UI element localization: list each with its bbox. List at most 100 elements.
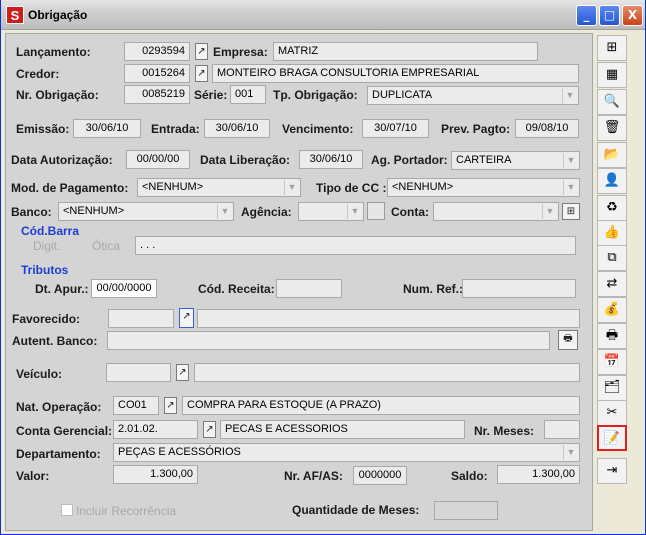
quantidade-meses-field[interactable] [434, 501, 498, 520]
veiculo-name-field[interactable] [194, 363, 580, 382]
minimize-button[interactable]: _ [576, 5, 597, 26]
emissao-field[interactable]: 30/06/10 [73, 119, 141, 138]
thumbs-up-icon[interactable]: 👍 [597, 220, 627, 246]
banco-select[interactable]: <NENHUM> ▼ [58, 202, 234, 221]
tp-obrigacao-label: Tp. Obrigação: [273, 88, 358, 102]
nat-operacao-name-field[interactable]: COMPRA PARA ESTOQUE (A PRAZO) [182, 396, 580, 415]
conta-gerencial-lookup-button[interactable]: ↗ [203, 421, 216, 438]
favorecido-lookup-button[interactable]: ↗ [179, 308, 194, 328]
add-table-icon[interactable]: ▦ [597, 62, 627, 88]
app-logo-icon: S [6, 6, 24, 24]
conta-select[interactable]: ▼ [433, 202, 559, 221]
banco-label: Banco: [11, 205, 52, 219]
veiculo-label: Veículo: [16, 367, 63, 381]
cod-receita-field[interactable] [276, 279, 342, 298]
autent-banco-field[interactable] [107, 331, 550, 350]
grid-settings-icon[interactable]: ⊞ [597, 35, 627, 61]
credor-code-field[interactable]: 0015264 [124, 64, 190, 83]
prev-pagto-field[interactable]: 09/08/10 [515, 119, 579, 138]
user-icon[interactable]: 👤 [597, 168, 627, 194]
calendar-edit-icon[interactable]: 📅 [597, 349, 627, 375]
nr-meses-label: Nr. Meses: [474, 424, 535, 438]
favorecido-name-field[interactable] [197, 309, 580, 328]
nat-operacao-code-field[interactable]: CO01 [113, 396, 159, 415]
transfer-icon[interactable]: ⇄ [597, 271, 627, 297]
favorecido-code-field[interactable] [108, 309, 174, 328]
digit-option[interactable]: Digit. [33, 239, 60, 253]
window-title: Obrigação [28, 8, 88, 22]
preview-icon[interactable]: 🔍 [597, 89, 627, 115]
serie-field[interactable]: 001 [230, 85, 266, 104]
title-bar: S Obrigação _ □ X [1, 0, 645, 30]
cod-barra-field[interactable]: . . . [135, 236, 576, 255]
nr-obrigacao-field[interactable]: 0085219 [124, 85, 190, 104]
veiculo-code-field[interactable] [106, 363, 171, 382]
empresa-label: Empresa: [213, 45, 268, 59]
credor-name-field[interactable]: MONTEIRO BRAGA CONSULTORIA EMPRESARIAL [212, 64, 579, 83]
tp-obrigacao-value: DUPLICATA [372, 89, 433, 101]
tp-obrigacao-select[interactable]: DUPLICATA ▼ [367, 86, 579, 105]
nr-meses-field[interactable] [544, 420, 580, 439]
favorecido-label: Favorecido: [12, 312, 81, 326]
incluir-recorrencia-checkbox[interactable] [61, 504, 73, 516]
conta-gerencial-code-field[interactable]: 2.01.02. [113, 420, 198, 439]
tipo-cc-select[interactable]: <NENHUM> ▼ [387, 178, 580, 197]
mod-pagamento-select[interactable]: <NENHUM> ▼ [137, 178, 301, 197]
conta-gerencial-name-field[interactable]: PECAS E ACESSORIOS [220, 420, 465, 439]
empresa-field[interactable]: MATRIZ [273, 42, 538, 61]
departamento-select[interactable]: PEÇAS E ACESSÓRIOS ▼ [113, 443, 580, 462]
saldo-field[interactable]: 1.300,00 [497, 465, 580, 484]
data-autorizacao-label: Data Autorização: [11, 153, 113, 167]
credor-lookup-button[interactable]: ↗ [195, 65, 208, 82]
valor-field[interactable]: 1.300,00 [113, 465, 198, 484]
chevron-down-icon: ▼ [563, 180, 578, 195]
agencia-extra-box[interactable] [367, 202, 385, 220]
attach-icon[interactable]: ✂ [597, 400, 627, 426]
tributos-label: Tributos [21, 263, 69, 277]
dt-apur-label: Dt. Apur.: [35, 282, 89, 296]
credor-label: Credor: [16, 67, 60, 81]
nr-obrigacao-label: Nr. Obrigação: [16, 88, 99, 102]
serie-label: Série: [194, 88, 228, 102]
obrigacao-window: S Obrigação _ □ X Lançamento: 0293594 ↗ … [0, 0, 646, 535]
otica-option[interactable]: Ótica [92, 239, 120, 253]
nr-af-as-field[interactable]: 0000000 [353, 466, 407, 485]
autent-banco-label: Autent. Banco: [12, 334, 98, 348]
agencia-label: Agência: [241, 205, 292, 219]
money-bag-icon[interactable]: 💰 [597, 297, 627, 323]
open-folder-icon[interactable]: 📂 [597, 142, 627, 168]
chevron-down-icon: ▼ [563, 445, 578, 460]
entrada-field[interactable]: 30/06/10 [204, 119, 270, 138]
copy-icon[interactable]: ⧉ [597, 245, 627, 271]
veiculo-lookup-button[interactable]: ↗ [176, 364, 189, 381]
dt-apur-field[interactable]: 00/00/0000 [91, 279, 157, 298]
conta-grid-icon[interactable]: ⊞ [562, 203, 580, 220]
lancamento-lookup-button[interactable]: ↗ [195, 43, 208, 60]
documents-icon[interactable]: 🗂 [597, 375, 627, 401]
print-icon[interactable]: 🖶 [597, 323, 627, 349]
vencimento-label: Vencimento: [282, 122, 354, 136]
data-liberacao-label: Data Liberação: [200, 153, 291, 167]
chevron-down-icon: ▼ [347, 204, 362, 219]
vencimento-field[interactable]: 30/07/10 [362, 119, 429, 138]
agencia-select[interactable]: ▼ [298, 202, 364, 221]
maximize-button[interactable]: □ [599, 5, 620, 26]
tipo-cc-label: Tipo de CC : [316, 181, 387, 195]
refresh-icon[interactable]: ♻ [597, 195, 627, 221]
num-ref-field[interactable] [462, 279, 576, 298]
close-button[interactable]: X [622, 5, 643, 26]
chevron-down-icon: ▼ [284, 180, 299, 195]
edit-document-icon[interactable]: 📝 [597, 425, 627, 451]
ag-portador-select[interactable]: CARTEIRA ▼ [451, 151, 580, 170]
departamento-value: PEÇAS E ACESSÓRIOS [118, 446, 241, 458]
chevron-down-icon: ▼ [563, 153, 578, 168]
quantidade-meses-label: Quantidade de Meses: [292, 503, 420, 517]
ag-portador-label: Ag. Portador: [371, 153, 448, 167]
exit-icon[interactable]: ⇥ [597, 458, 627, 484]
data-liberacao-field[interactable]: 30/06/10 [299, 150, 363, 169]
printer-small-icon[interactable]: 🖶 [558, 330, 578, 350]
lancamento-field[interactable]: 0293594 [124, 42, 190, 61]
delete-icon[interactable]: 🗑 [597, 115, 627, 141]
data-autorizacao-field[interactable]: 00/00/00 [126, 150, 190, 169]
nat-operacao-lookup-button[interactable]: ↗ [164, 397, 177, 414]
